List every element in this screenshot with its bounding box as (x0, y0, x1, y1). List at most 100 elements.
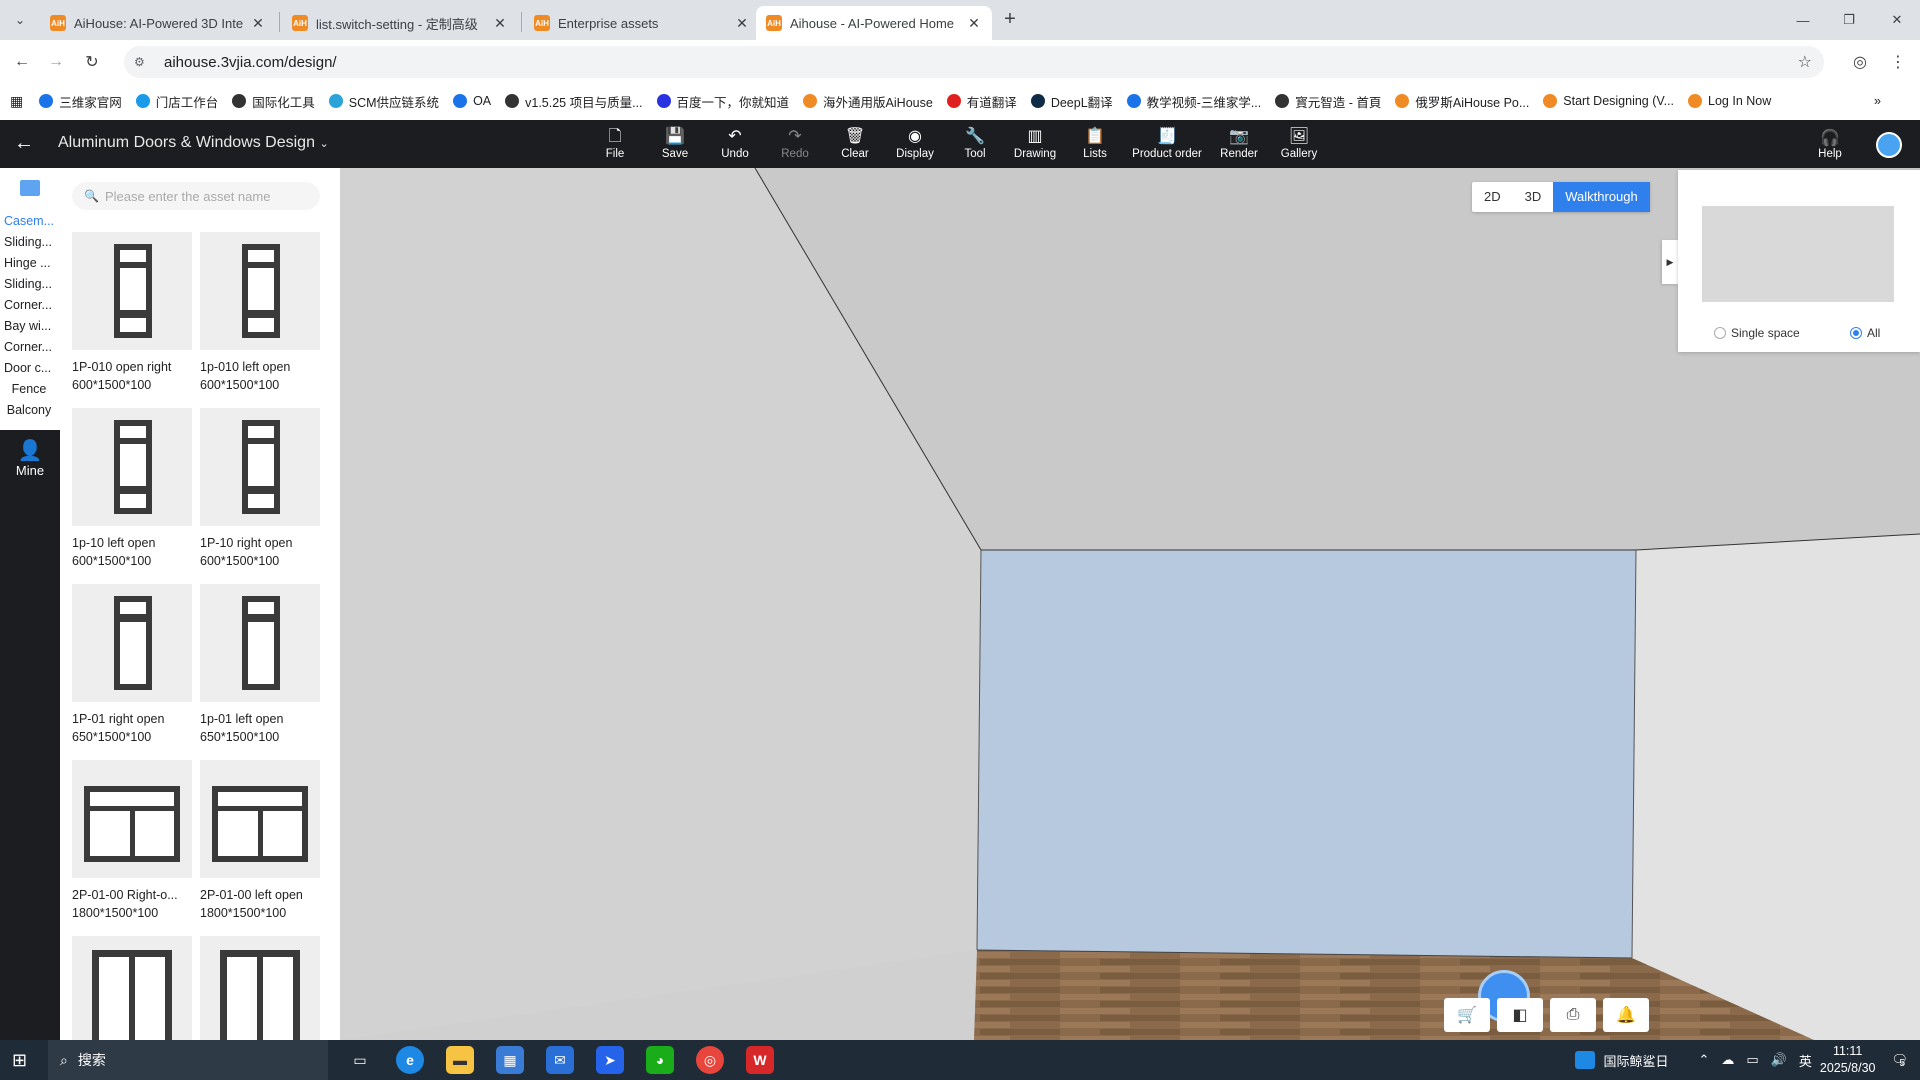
catalog-icon[interactable] (20, 180, 40, 196)
apps-grid-icon[interactable]: ▦ (10, 93, 23, 110)
toolbar-lists-button[interactable]: 📋 Lists (1065, 122, 1125, 166)
bookmark-item[interactable]: 门店工作台 (135, 92, 218, 111)
bookmark-item[interactable]: v1.5.25 项目与质量... (505, 92, 643, 111)
bookmark-item[interactable]: SCM供应链系统 (328, 92, 439, 111)
ime-indicator[interactable]: 英 (1799, 1051, 1812, 1070)
more-bookmarks-icon[interactable]: » (1874, 94, 1881, 108)
browser-tab[interactable]: AiH Enterprise assets ✕ (524, 6, 760, 40)
category-item[interactable]: Casem... (4, 214, 58, 228)
browser-tab[interactable]: AiH list.switch-setting - 定制高级 ✕ (282, 6, 518, 40)
network-icon[interactable]: ▭ (1746, 1052, 1758, 1068)
selected-wall[interactable] (977, 550, 1636, 958)
restore-icon[interactable]: ❐ (1826, 0, 1872, 40)
asset-thumbnail[interactable] (72, 760, 192, 878)
category-item[interactable]: Balcony (2, 403, 56, 417)
asset-card[interactable]: 1P-10 right open 600*1500*100 (200, 408, 320, 568)
asset-card[interactable] (200, 936, 320, 1040)
project-title[interactable]: Aluminum Doors & Windows Design ⌄ (58, 134, 329, 152)
bookmark-item[interactable]: Log In Now (1688, 92, 1771, 111)
category-item[interactable]: Corner... (4, 340, 58, 354)
view-mode-walkthrough[interactable]: Walkthrough (1553, 182, 1650, 212)
asset-thumbnail[interactable] (200, 760, 320, 878)
toolbar-render-button[interactable]: 📷 Render (1209, 122, 1269, 166)
cart-button[interactable]: 🛒 (1444, 998, 1490, 1032)
windows-start-icon[interactable]: ⊞ (12, 1050, 27, 1071)
asset-card[interactable]: 1p-010 left open 600*1500*100 (200, 232, 320, 392)
bookmark-item[interactable]: OA (453, 92, 491, 111)
toolbar-undo-button[interactable]: ↶ Undo (705, 122, 765, 166)
screenshot-button[interactable]: ⎙ (1550, 998, 1596, 1032)
help-button[interactable]: 🎧 Help (1810, 124, 1850, 164)
feishu-icon[interactable]: ➤ (596, 1046, 624, 1074)
single-space-radio[interactable] (1714, 327, 1726, 339)
bookmark-item[interactable]: DeepL翻译 (1030, 92, 1113, 111)
site-info-icon[interactable]: ⚙ (134, 55, 154, 69)
toolbar-product-order-button[interactable]: 🧾 Product order (1125, 122, 1209, 166)
weather-icon[interactable] (1575, 1051, 1596, 1069)
asset-card[interactable]: 1p-01 left open 650*1500*100 (200, 584, 320, 744)
new-tab-button[interactable]: + (996, 8, 1024, 32)
asset-thumbnail[interactable] (200, 408, 320, 526)
bookmark-item[interactable]: 有道翻译 (946, 92, 1017, 111)
browser-tab[interactable]: AiH Aihouse - AI-Powered Home ✕ (756, 6, 992, 40)
toolbar-display-button[interactable]: ◉ Display (885, 122, 945, 166)
minimize-icon[interactable]: — (1780, 0, 1826, 40)
bookmark-star-icon[interactable]: ☆ (1798, 52, 1812, 72)
category-item[interactable]: Door c... (4, 361, 58, 375)
browser-menu-icon[interactable]: ⋮ (1886, 50, 1910, 74)
mine-button[interactable]: 👤 Mine (0, 438, 60, 478)
asset-card[interactable]: 1P-010 open right 600*1500*100 (72, 232, 192, 392)
reload-icon[interactable]: ↻ (80, 50, 104, 74)
browser-tab[interactable]: AiH AiHouse: AI-Powered 3D Inte ✕ (40, 6, 276, 40)
asset-thumbnail[interactable] (200, 584, 320, 702)
toolbar-save-button[interactable]: 💾 Save (645, 122, 705, 166)
volume-icon[interactable]: 🔊 (1771, 1052, 1787, 1068)
view-mode-2d[interactable]: 2D (1472, 182, 1513, 212)
address-bar[interactable]: ⚙ aihouse.3vjia.com/design/ ☆ (124, 46, 1824, 78)
profile-icon[interactable]: ◎ (1848, 50, 1872, 74)
back-icon[interactable]: ← (10, 50, 34, 74)
category-item[interactable]: Hinge ... (4, 256, 58, 270)
toolbar-drawing-button[interactable]: ▥ Drawing (1005, 122, 1065, 166)
bookmark-item[interactable]: 百度一下，你就知道 (656, 92, 789, 111)
minimap-canvas[interactable] (1702, 206, 1894, 302)
bookmark-item[interactable]: 俄罗斯AiHouse Po... (1395, 92, 1529, 111)
asset-card[interactable] (72, 936, 192, 1040)
bookmark-item[interactable]: Start Designing (V... (1543, 92, 1674, 111)
close-tab-icon[interactable]: ✕ (250, 15, 266, 32)
mail-icon[interactable]: ✉ (546, 1046, 574, 1074)
taskbar-search[interactable]: ⌕ 搜索 (48, 1040, 328, 1080)
bookmark-item[interactable]: 寳元智造 - 首頁 (1275, 92, 1381, 111)
close-window-icon[interactable]: ✕ (1874, 0, 1920, 40)
asset-search[interactable]: 🔍 (72, 182, 320, 210)
asset-thumbnail[interactable] (200, 936, 320, 1040)
asset-thumbnail[interactable] (72, 232, 192, 350)
toolbar-gallery-button[interactable]: 🖼 Gallery (1269, 122, 1329, 166)
bookmark-item[interactable]: 三维家官网 (39, 92, 122, 111)
task-view-icon[interactable]: ▭ (346, 1046, 374, 1074)
avatar[interactable] (1876, 132, 1902, 158)
tray-chevron-icon[interactable]: ⌃ (1698, 1052, 1709, 1068)
toolbar-file-button[interactable]: 🗋 File (585, 122, 645, 166)
asset-card[interactable]: 2P-01-00 left open 1800*1500*100 (200, 760, 320, 920)
back-arrow-icon[interactable]: ← (14, 132, 34, 155)
file-explorer-icon[interactable]: ▬ (446, 1046, 474, 1074)
asset-card[interactable]: 1P-01 right open 650*1500*100 (72, 584, 192, 744)
all-option[interactable]: All (1850, 326, 1880, 340)
toolbar-clear-button[interactable]: 🗑 Clear (825, 122, 885, 166)
taskbar-weather-label[interactable]: 国际鲸鲨日 (1603, 1051, 1668, 1070)
notification-center-icon[interactable]: 🗨 5 (1891, 1052, 1908, 1069)
bookmark-item[interactable]: 教学视频-三维家学... (1126, 92, 1261, 111)
asset-search-input[interactable] (104, 188, 305, 204)
asset-thumbnail[interactable] (72, 408, 192, 526)
asset-thumbnail[interactable] (200, 232, 320, 350)
category-item[interactable]: Corner... (4, 298, 58, 312)
close-tab-icon[interactable]: ✕ (966, 15, 982, 32)
single-space-option[interactable]: Single space (1714, 326, 1800, 340)
notification-button[interactable]: 🔔 (1603, 998, 1649, 1032)
asset-thumbnail[interactable] (72, 936, 192, 1040)
tab-search-button[interactable]: ⌄ (8, 8, 32, 32)
toolbar-tool-button[interactable]: 🔧 Tool (945, 122, 1005, 166)
all-radio[interactable] (1850, 327, 1862, 339)
store-icon[interactable]: ▦ (496, 1046, 524, 1074)
